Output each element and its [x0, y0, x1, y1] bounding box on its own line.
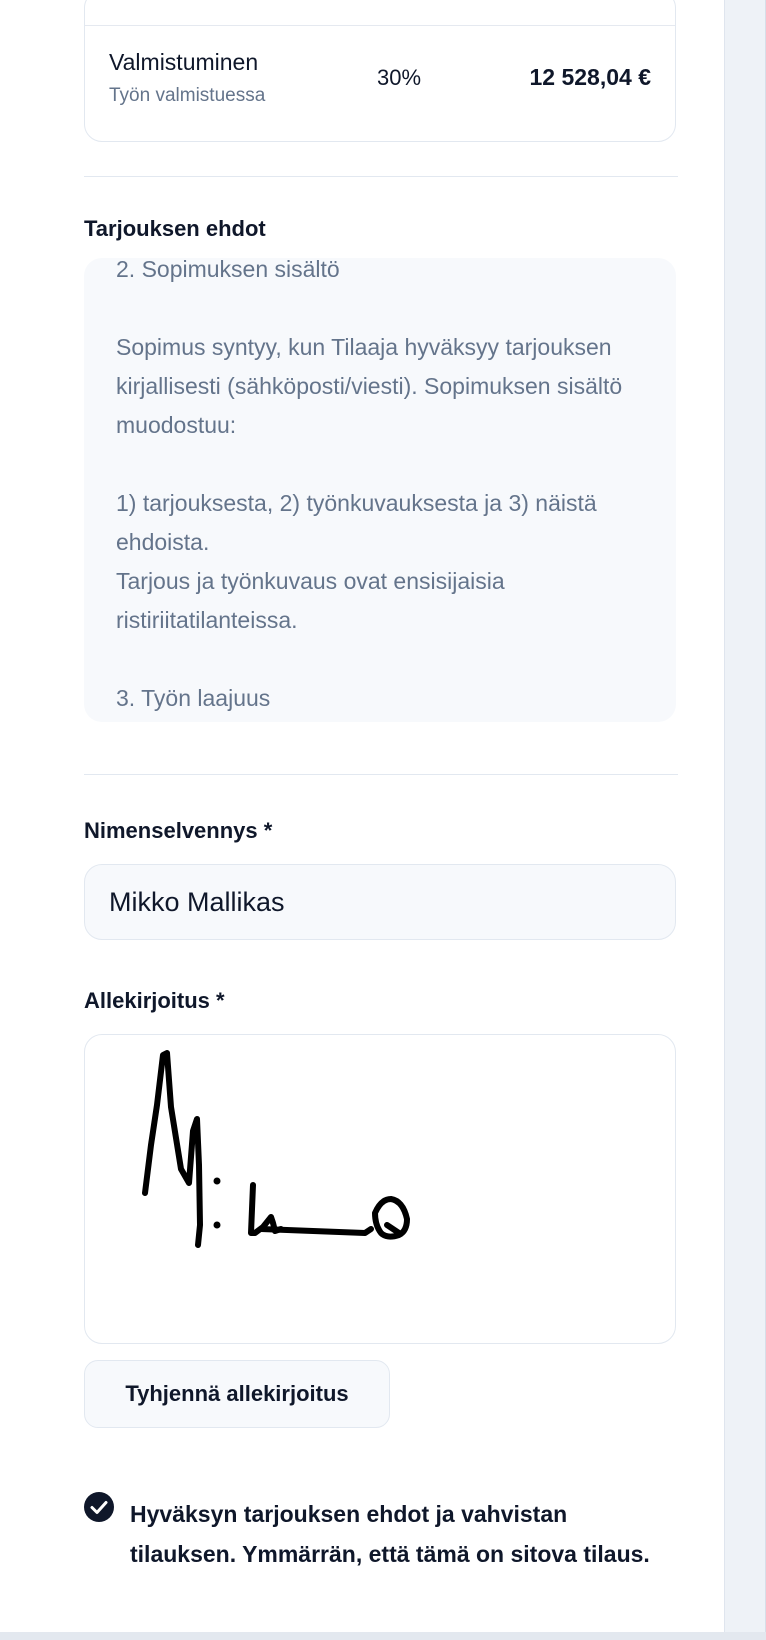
payment-milestone-title: Valmistuminen: [109, 49, 259, 75]
terms-heading: Tarjouksen ehdot: [84, 216, 266, 241]
checkmark-icon: [90, 1501, 108, 1514]
section-divider: [84, 176, 678, 177]
clear-signature-button[interactable]: Tyhjennä allekirjoitus: [84, 1360, 390, 1428]
payment-milestone-subtitle: Työn valmistuessa: [109, 85, 266, 106]
name-clarification-input[interactable]: [84, 864, 676, 940]
accept-terms-label[interactable]: Hyväksyn tarjouksen ehdot ja vahvistan t…: [130, 1494, 650, 1574]
signature-label: Allekirjoitus *: [84, 988, 225, 1013]
signature-pad[interactable]: [84, 1034, 676, 1344]
bottom-edge: [0, 1632, 766, 1640]
page-frame: Valmistuminen Työn valmistuessa 30% 12 5…: [0, 0, 766, 1640]
left-gutter: [0, 0, 34, 1640]
name-field-label: Nimenselvennys *: [84, 818, 273, 843]
scrollbar-track[interactable]: [724, 0, 766, 1640]
accept-terms-checkbox[interactable]: [84, 1492, 114, 1522]
terms-text: 2. Sopimuksen sisältö Sopimus syntyy, ku…: [116, 258, 623, 711]
payment-percent: 30%: [377, 65, 422, 90]
signature-drawing: [142, 1050, 410, 1248]
section-divider: [84, 774, 678, 775]
payment-amount: 12 528,04 €: [529, 64, 651, 90]
card-row-divider: [85, 25, 675, 26]
payment-schedule-card: Valmistuminen Työn valmistuessa 30% 12 5…: [84, 0, 676, 142]
terms-scroll-box[interactable]: 2. Sopimuksen sisältö Sopimus syntyy, ku…: [84, 258, 676, 722]
